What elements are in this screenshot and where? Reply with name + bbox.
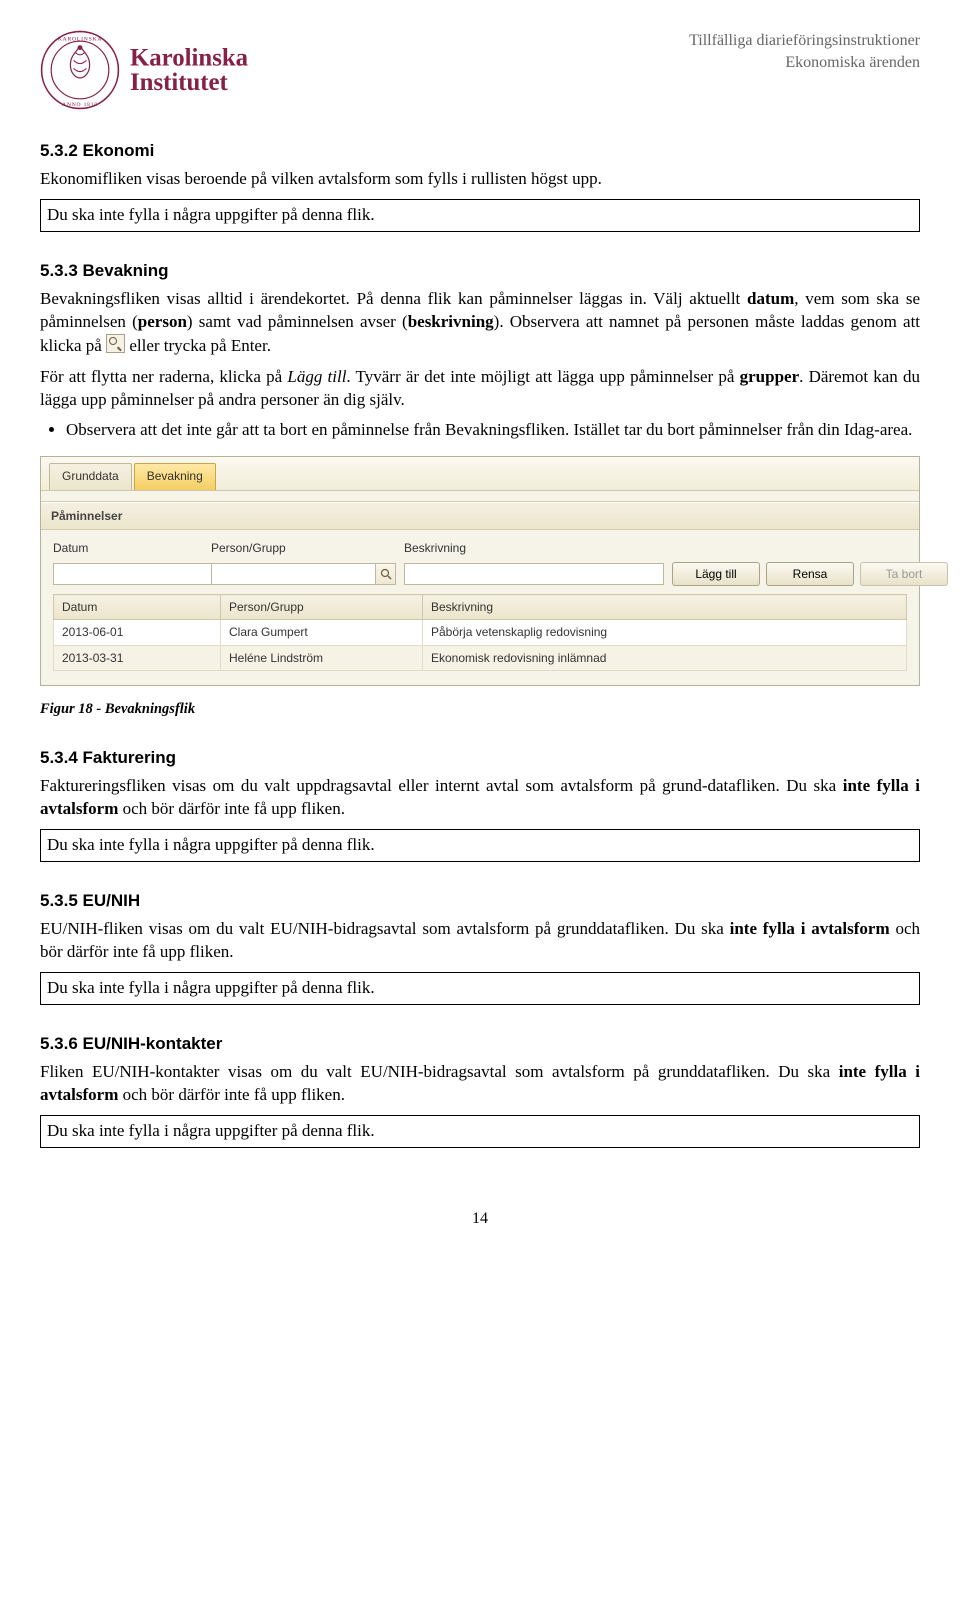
remove-button[interactable]: Ta bort xyxy=(860,562,948,586)
para-ekonomi: Ekonomifliken visas beroende på vilken a… xyxy=(40,168,920,191)
page-number: 14 xyxy=(40,1208,920,1230)
table-row[interactable]: 2013-06-01 Clara Gumpert Påbörja vetensk… xyxy=(54,620,907,645)
section-heading-ekonomi: 5.3.2 Ekonomi xyxy=(40,140,920,163)
search-icon xyxy=(106,334,125,353)
header-line1: Tillfälliga diarieföringsinstruktioner xyxy=(689,30,920,52)
seal-icon: KAROLINSKA ANNO 1810 xyxy=(40,30,120,110)
svg-text:Karolinska: Karolinska xyxy=(130,44,249,71)
th-datum: Datum xyxy=(54,595,221,620)
reminders-table: Datum Person/Grupp Beskrivning 2013-06-0… xyxy=(53,594,907,671)
info-box-eunih: Du ska inte fylla i några uppgifter på d… xyxy=(40,972,920,1005)
th-beskrivning: Beskrivning xyxy=(423,595,907,620)
para-fakturering: Faktureringsfliken visas om du valt uppd… xyxy=(40,775,920,821)
bullet-bevakning: Observera att det inte går att ta bort e… xyxy=(66,419,920,442)
info-box-eunih-kontakter: Du ska inte fylla i några uppgifter på d… xyxy=(40,1115,920,1148)
search-icon xyxy=(380,568,392,580)
input-datum[interactable] xyxy=(53,563,218,585)
input-beskrivning[interactable] xyxy=(404,563,664,585)
section-heading-bevakning: 5.3.3 Bevakning xyxy=(40,260,920,283)
table-row[interactable]: 2013-03-31 Heléne Lindström Ekonomisk re… xyxy=(54,645,907,670)
ui-tabstrip: Grunddata Bevakning xyxy=(41,457,919,490)
header-line2: Ekonomiska ärenden xyxy=(689,52,920,74)
label-datum: Datum xyxy=(53,540,203,556)
section-heading-eunih-kontakter: 5.3.6 EU/NIH-kontakter xyxy=(40,1033,920,1056)
info-box-ekonomi: Du ska inte fylla i några uppgifter på d… xyxy=(40,199,920,232)
svg-text:KAROLINSKA: KAROLINSKA xyxy=(58,36,102,42)
page-header-info: Tillfälliga diarieföringsinstruktioner E… xyxy=(689,30,920,73)
svg-text:Institutet: Institutet xyxy=(130,69,229,96)
para-eunih: EU/NIH-fliken visas om du valt EU/NIH-bi… xyxy=(40,918,920,964)
institute-wordmark: Karolinska Institutet xyxy=(128,39,318,101)
para-bevakning-1: Bevakningsfliken visas alltid i ärendeko… xyxy=(40,288,920,358)
bevakning-ui-panel: Grunddata Bevakning Påminnelser Datum Pe… xyxy=(40,456,920,685)
label-beskrivning: Beskrivning xyxy=(404,540,664,556)
tab-bevakning[interactable]: Bevakning xyxy=(134,463,216,489)
label-person: Person/Grupp xyxy=(211,540,396,556)
input-person[interactable] xyxy=(211,563,376,585)
para-bevakning-2: För att flytta ner raderna, klicka på Lä… xyxy=(40,366,920,412)
section-header-paminnelser: Påminnelser xyxy=(41,502,919,530)
tab-grunddata[interactable]: Grunddata xyxy=(49,463,132,489)
figure-caption: Figur 18 - Bevakningsflik xyxy=(40,700,920,720)
info-box-fakturering: Du ska inte fylla i några uppgifter på d… xyxy=(40,829,920,862)
section-heading-fakturering: 5.3.4 Fakturering xyxy=(40,747,920,770)
svg-text:ANNO 1810: ANNO 1810 xyxy=(62,102,98,108)
section-heading-eunih: 5.3.5 EU/NIH xyxy=(40,890,920,913)
institute-logo: KAROLINSKA ANNO 1810 Karolinska Institut… xyxy=(40,30,318,110)
th-person: Person/Grupp xyxy=(221,595,423,620)
para-eunih-kontakter: Fliken EU/NIH-kontakter visas om du valt… xyxy=(40,1061,920,1107)
clear-button[interactable]: Rensa xyxy=(766,562,854,586)
add-button[interactable]: Lägg till xyxy=(672,562,760,586)
person-lookup-button[interactable] xyxy=(376,563,396,585)
